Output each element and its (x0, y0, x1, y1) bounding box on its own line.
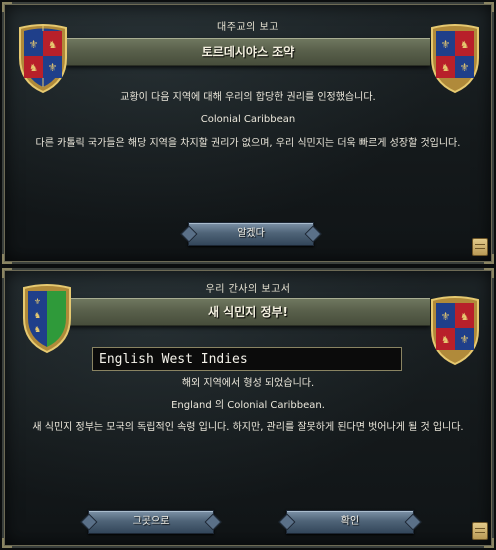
dialog-title: 토르데시야스 조약 (66, 38, 430, 66)
svg-text:♞: ♞ (34, 325, 41, 334)
event-dialog-tordesillas: 대주교의 보고 토르데시야스 조약 ⚜ ♞ ♞ ⚜ ⚜ ♞ ♞ ⚜ 교황이 다음… (2, 2, 494, 264)
confirm-button[interactable]: 확인 (286, 510, 414, 534)
svg-text:⚜: ⚜ (34, 297, 41, 306)
frame-corner (2, 538, 12, 548)
frame-corner (484, 2, 494, 12)
svg-text:♞: ♞ (34, 311, 41, 320)
colony-name-input[interactable] (92, 347, 402, 371)
svg-text:♞: ♞ (48, 40, 57, 51)
dialog-header: 우리 간사의 보고서 (205, 284, 291, 295)
dialog-header: 대주교의 보고 (217, 22, 279, 33)
frame-corner (2, 254, 12, 264)
svg-text:⚜: ⚜ (460, 333, 470, 346)
svg-text:♞: ♞ (460, 312, 469, 323)
scroll-icon[interactable] (472, 522, 488, 540)
frame-corner (2, 2, 12, 12)
svg-text:♞: ♞ (441, 63, 450, 74)
scroll-icon[interactable] (472, 238, 488, 256)
dialog-text-paragraph: 새 식민지 정부는 모국의 독립적인 속령 입니다. 하지만, 관리를 잘못하게… (32, 422, 464, 433)
dialog-text-line: 해외 지역에서 형성 되었습니다. (181, 378, 315, 389)
dialog-title: 새 식민지 정부! (66, 298, 430, 326)
dialog-text-line: 교황이 다음 지역에 대해 우리의 합당한 권리를 인정했습니다. (120, 92, 376, 103)
ok-button[interactable]: 알겠다 (188, 222, 314, 246)
go-there-button[interactable]: 그곳으로 (88, 510, 214, 534)
new-colony-shield-icon: ⚜ ♞ ♞ (23, 284, 71, 354)
svg-text:♞: ♞ (460, 40, 469, 51)
dialog-text-line: England 의 Colonial Caribbean. (171, 400, 325, 411)
event-dialog-new-colony: 우리 간사의 보고서 새 식민지 정부! ⚜ ♞ ♞ ⚜ ♞ ♞ ⚜ 해외 지역… (2, 268, 494, 548)
svg-text:⚜: ⚜ (48, 61, 58, 74)
england-shield-icon: ⚜ ♞ ♞ ⚜ (431, 296, 479, 366)
dialog-text-line: Colonial Caribbean (200, 114, 296, 125)
svg-text:⚜: ⚜ (29, 38, 39, 51)
england-shield-icon: ⚜ ♞ ♞ ⚜ (19, 24, 67, 94)
svg-text:♞: ♞ (29, 63, 38, 74)
england-shield-icon: ⚜ ♞ ♞ ⚜ (431, 24, 479, 94)
svg-text:♞: ♞ (441, 335, 450, 346)
frame-corner (484, 268, 494, 278)
dialog-text-paragraph: 다른 카톨릭 국가들은 해당 지역을 차지할 권리가 없으며, 우리 식민지는 … (35, 138, 461, 149)
svg-text:⚜: ⚜ (441, 310, 451, 323)
svg-text:⚜: ⚜ (441, 38, 451, 51)
svg-text:⚜: ⚜ (460, 61, 470, 74)
frame-corner (2, 268, 12, 278)
